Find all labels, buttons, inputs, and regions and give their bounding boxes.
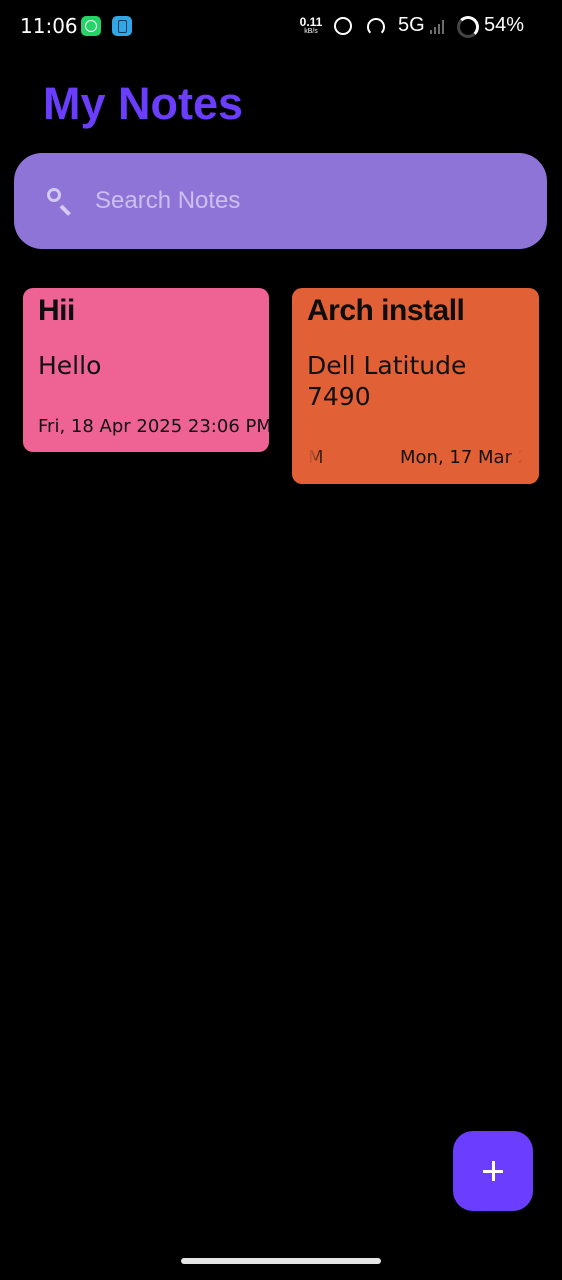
note-title: Hii xyxy=(38,294,75,327)
hotspot-icon xyxy=(367,18,385,36)
note-date-marquee: M Mon, 17 Mar 20 xyxy=(308,445,522,471)
network-speed-unit: kB/s xyxy=(304,28,318,35)
note-date: Mon, 17 Mar 20 xyxy=(400,447,522,468)
add-note-button[interactable] xyxy=(453,1131,533,1211)
note-date: Fri, 18 Apr 2025 23:06 PM xyxy=(38,416,269,437)
plus-icon xyxy=(483,1161,503,1181)
note-body: Hello xyxy=(38,351,102,380)
status-time: 11:06 xyxy=(20,14,78,38)
signal-icon xyxy=(430,18,446,34)
search-icon xyxy=(47,188,71,216)
note-card[interactable]: Arch install Dell Latitude 7490 M Mon, 1… xyxy=(292,288,539,484)
network-speed-value: 0.11 xyxy=(299,15,323,29)
battery-icon xyxy=(457,16,479,38)
home-indicator[interactable] xyxy=(181,1258,381,1264)
note-body: Dell Latitude 7490 xyxy=(307,351,467,411)
alarm-icon xyxy=(334,17,352,35)
search-input[interactable] xyxy=(95,182,495,220)
note-title: Arch install xyxy=(307,294,465,327)
whatsapp-icon xyxy=(81,16,101,36)
app-notification-icon xyxy=(112,16,132,36)
network-type: 5G xyxy=(398,14,425,36)
network-speed: 0.11 kB/s xyxy=(296,16,326,35)
status-bar: 11:06 0.11 kB/s 5G 54% xyxy=(0,0,562,54)
battery-level: 54% xyxy=(484,14,525,36)
page-title: My Notes xyxy=(43,78,244,129)
note-card[interactable]: Hii Hello Fri, 18 Apr 2025 23:06 PM xyxy=(23,288,269,452)
